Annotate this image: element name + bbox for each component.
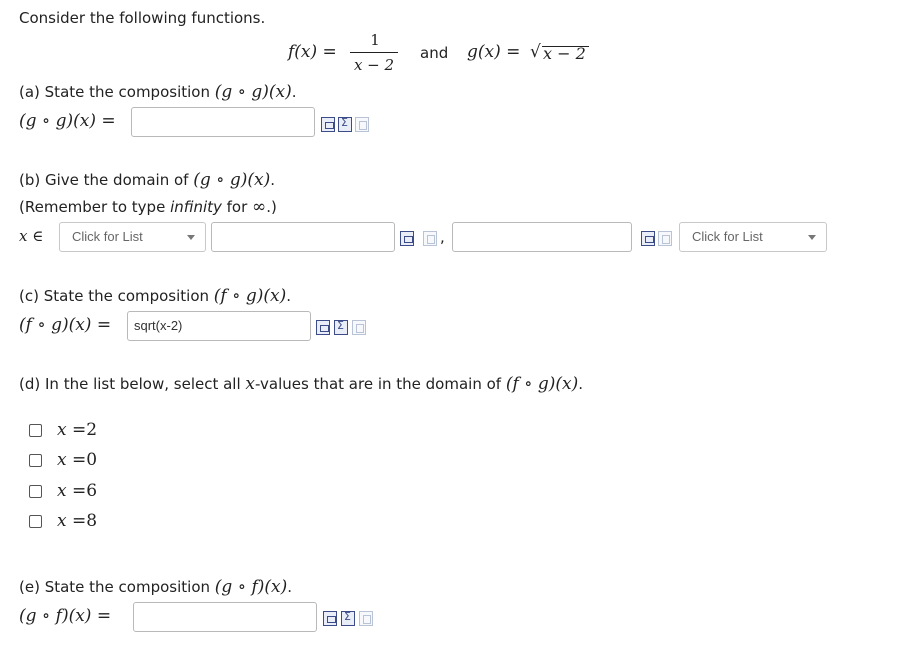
preview-icon[interactable] (323, 611, 337, 626)
part-a-lhs: (g ∘ g)(x) = (19, 111, 116, 131)
f-numerator: 1 (370, 31, 380, 49)
sqrt-symbol: √ (530, 42, 541, 62)
checkbox-x-2[interactable] (29, 424, 42, 437)
option-x-8-label: x =8 (57, 511, 98, 531)
equation-editor-icon[interactable] (338, 116, 352, 132)
part-c-prompt: (c) State the composition (f ∘ g)(x). (19, 286, 292, 306)
preview-icon[interactable] (641, 231, 655, 246)
part-b-reminder: (Remember to type infinity for ∞.) (19, 197, 277, 217)
equation-editor-icon[interactable] (341, 610, 355, 626)
f-denominator: x − 2 (353, 56, 395, 74)
checkbox-x-0[interactable] (29, 454, 42, 467)
option-x-2-label: x =2 (57, 420, 98, 440)
and-text: and (420, 44, 449, 62)
help-icon[interactable] (658, 231, 672, 246)
part-c-answer-input[interactable]: sqrt(x-2) (127, 311, 311, 341)
right-bracket-select[interactable]: Click for List (679, 222, 827, 252)
option-x-6-label: x =6 (57, 481, 98, 501)
part-a-answer-input[interactable] (131, 107, 315, 137)
intro-text: Consider the following functions. (19, 9, 266, 27)
help-icon[interactable] (355, 117, 369, 132)
part-b-prompt: (b) Give the domain of (g ∘ g)(x). (19, 170, 276, 190)
part-a-prompt: (a) State the composition (g ∘ g)(x). (19, 82, 297, 102)
equation-editor-icon[interactable] (334, 319, 348, 335)
part-e-prompt: (e) State the composition (g ∘ f)(x). (19, 577, 292, 597)
part-c-lhs: (f ∘ g)(x) = (19, 315, 112, 335)
chevron-down-icon (187, 235, 195, 240)
help-icon[interactable] (352, 320, 366, 335)
domain-lower-input[interactable] (211, 222, 395, 252)
interval-comma: , (440, 228, 445, 246)
option-x-0-label: x =0 (57, 450, 98, 470)
help-icon[interactable] (423, 231, 437, 246)
f-definition-lhs: f(x) = (288, 42, 337, 62)
f-fraction-bar (350, 52, 398, 53)
part-b-lhs: x ∈ (19, 227, 44, 245)
preview-icon[interactable] (400, 231, 414, 246)
g-definition-lhs: g(x) = (467, 42, 521, 62)
preview-icon[interactable] (321, 117, 335, 132)
chevron-down-icon (808, 235, 816, 240)
part-d-prompt: (d) In the list below, select all x-valu… (19, 374, 584, 394)
part-e-lhs: (g ∘ f)(x) = (19, 606, 112, 626)
preview-icon[interactable] (316, 320, 330, 335)
checkbox-x-8[interactable] (29, 515, 42, 528)
part-e-answer-input[interactable] (133, 602, 317, 632)
left-bracket-select[interactable]: Click for List (59, 222, 206, 252)
checkbox-x-6[interactable] (29, 485, 42, 498)
g-radicand: x − 2 (543, 44, 586, 63)
domain-upper-input[interactable] (452, 222, 632, 252)
help-icon[interactable] (359, 611, 373, 626)
